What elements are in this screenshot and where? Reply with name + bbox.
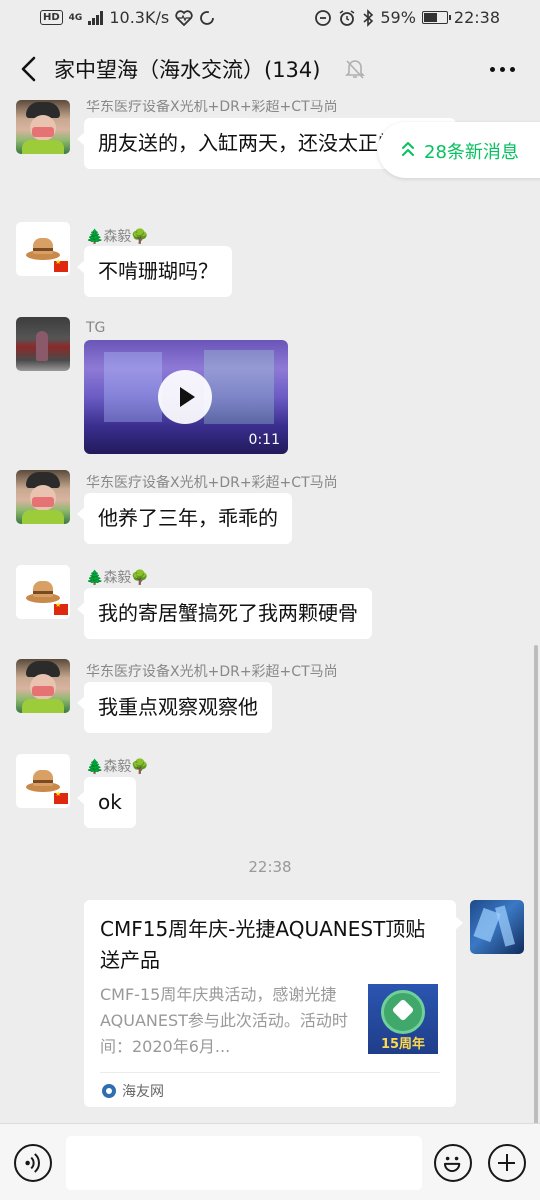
emoji-icon[interactable] — [434, 1144, 472, 1182]
message-input[interactable] — [66, 1136, 422, 1190]
divider — [100, 1072, 440, 1073]
link-card[interactable]: CMF15周年庆-光捷AQUANEST顶贴送产品 CMF-15周年庆典活动，感谢… — [84, 900, 463, 1107]
battery-icon — [421, 11, 451, 24]
source-logo-icon — [102, 1084, 116, 1098]
network-type: 4G — [68, 12, 83, 23]
sender-name: 🌲森毅🌳 — [86, 229, 149, 245]
chat-title: 家中望海（海水交流）(134) — [54, 58, 321, 82]
double-chevron-up-icon — [402, 142, 414, 156]
plus-icon[interactable] — [488, 1144, 526, 1182]
message-bubble[interactable]: 不啃珊瑚吗？ — [77, 246, 232, 297]
video-message[interactable]: 0:11 — [84, 340, 288, 454]
status-right: 59% 22:38 — [314, 8, 500, 27]
mute-bell-icon — [345, 60, 365, 79]
link-card-thumbnail: 15周年 — [368, 984, 438, 1054]
sender-name: 华东医疗设备X光机+DR+彩超+CT马尚 — [86, 100, 338, 115]
sender-name: 🌲森毅🌳 — [86, 759, 149, 775]
play-icon[interactable] — [158, 370, 212, 424]
chat-header: 家中望海（海水交流）(134) — [0, 38, 540, 100]
dnd-icon — [315, 9, 332, 26]
voice-icon[interactable] — [14, 1144, 52, 1182]
bluetooth-icon — [363, 8, 374, 27]
message-bubble[interactable]: 他养了三年，乖乖的 — [77, 493, 292, 544]
message-bubble[interactable]: 我重点观察观察他 — [77, 682, 272, 733]
thumbnail-badge: 15周年 — [380, 1037, 426, 1052]
message-bubble[interactable]: ok — [77, 777, 136, 828]
avatar[interactable] — [16, 100, 70, 154]
status-bar: HD 4G 10.3K/s 59% 22:38 — [0, 0, 540, 38]
avatar[interactable] — [16, 222, 70, 276]
sync-icon — [200, 10, 215, 25]
status-left: HD 4G 10.3K/s — [40, 8, 215, 27]
signal-icon — [88, 10, 104, 25]
new-messages-button[interactable]: 28条新消息 — [378, 122, 540, 178]
health-heart-icon — [175, 9, 193, 26]
link-card-title: CMF15周年庆-光捷AQUANEST顶贴送产品 — [100, 917, 426, 972]
sender-name: 华东医疗设备X光机+DR+彩超+CT马尚 — [86, 475, 338, 491]
net-speed: 10.3K/s — [109, 8, 170, 27]
status-time: 22:38 — [453, 8, 500, 27]
alarm-icon — [339, 9, 355, 26]
more-dots-icon[interactable] — [486, 55, 518, 83]
link-card-source: 海友网 — [122, 1084, 164, 1100]
scrollbar[interactable] — [534, 645, 538, 1125]
back-arrow-icon[interactable] — [14, 52, 44, 86]
sender-name: 华东医疗设备X光机+DR+彩超+CT马尚 — [86, 664, 338, 680]
message-timestamp: 22:38 — [248, 858, 292, 876]
sender-name: 🌲森毅🌳 — [86, 570, 149, 586]
avatar[interactable] — [16, 754, 70, 808]
new-messages-label: 28条新消息 — [424, 142, 519, 163]
hd-badge: HD — [40, 10, 63, 25]
chat-area[interactable]: 华东医疗设备X光机+DR+彩超+CT马尚 朋友送的，入缸两天，还没太正常 🌲森毅… — [0, 100, 540, 1123]
input-bar — [0, 1123, 540, 1200]
avatar[interactable] — [16, 470, 70, 524]
battery-percent: 59% — [380, 8, 416, 27]
message-bubble[interactable]: 我的寄居蟹搞死了我两颗硬骨 — [77, 588, 372, 639]
avatar[interactable] — [16, 565, 70, 619]
link-card-description: CMF-15周年庆典活动，感谢光捷AQUANEST参与此次活动。活动时间：202… — [100, 985, 348, 1056]
self-avatar[interactable] — [470, 900, 524, 954]
video-duration: 0:11 — [248, 432, 280, 448]
avatar[interactable] — [16, 317, 70, 371]
avatar[interactable] — [16, 659, 70, 713]
sender-name: TG — [86, 320, 106, 336]
